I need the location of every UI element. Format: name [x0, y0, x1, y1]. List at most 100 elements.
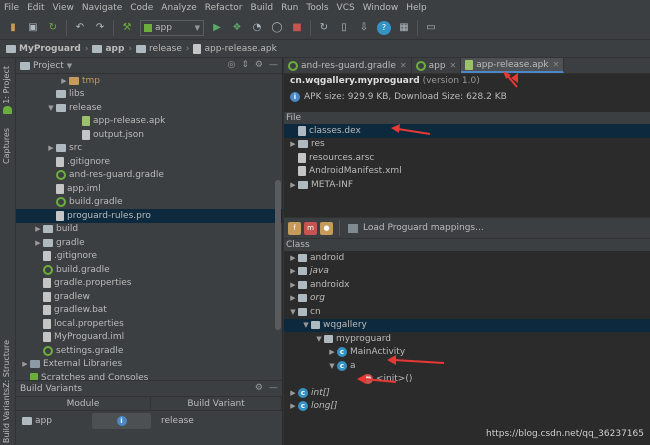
hide-icon[interactable]: — [269, 383, 278, 393]
expand-arrow-icon[interactable]: ▶ [288, 254, 298, 262]
tab-and-res-guard-gradle[interactable]: and-res-guard.gradle ✕ [284, 58, 412, 73]
class-column-header[interactable]: Class [284, 239, 650, 251]
tree-item[interactable]: ▼ release [16, 101, 282, 115]
expand-arrow-icon[interactable]: ▶ [59, 77, 69, 85]
menu-analyze[interactable]: Analyze [157, 3, 200, 13]
tree-item[interactable]: libs [16, 88, 282, 102]
tree-item[interactable]: MyProguard.iml [16, 331, 282, 345]
expand-arrow-icon[interactable]: ▶ [288, 402, 298, 410]
gear-icon[interactable]: ⚙ [255, 383, 263, 393]
collapse-arrow-icon[interactable]: ▼ [46, 104, 56, 112]
attach-debugger-icon[interactable]: ◯ [270, 21, 284, 35]
menu-file[interactable]: File [0, 3, 23, 13]
file-column-header[interactable]: File [284, 112, 650, 124]
tree-item[interactable]: ▶ src [16, 142, 282, 156]
menu-build[interactable]: Build [247, 3, 278, 13]
collapse-arrow-icon[interactable]: ▼ [288, 308, 298, 316]
tree-item[interactable]: proguard-rules.pro [16, 209, 282, 223]
variant-cell[interactable]: release [151, 416, 194, 426]
tree-item[interactable]: app-release.apk [16, 115, 282, 129]
expand-arrow-icon[interactable]: ▶ [46, 144, 56, 152]
class-tree-item[interactable]: ▶ c long[] [284, 400, 650, 414]
project-view-select[interactable]: Project [33, 61, 64, 71]
save-icon[interactable]: ▣ [26, 21, 40, 35]
list-item[interactable]: resources.arsc [284, 151, 650, 165]
expand-arrow-icon[interactable]: ▶ [20, 360, 30, 368]
class-tree-item[interactable]: m<init>() [284, 373, 650, 387]
redo-icon[interactable]: ↷ [93, 21, 107, 35]
close-icon[interactable]: ✕ [450, 61, 457, 70]
menu-code[interactable]: Code [126, 3, 157, 13]
tree-item[interactable]: gradlew [16, 290, 282, 304]
menu-run[interactable]: Run [277, 3, 302, 13]
load-proguard-mappings-button[interactable]: Load Proguard mappings... [363, 223, 484, 233]
class-tree-item[interactable]: ▼ myproguard [284, 332, 650, 346]
profile-icon[interactable]: ◔ [250, 21, 264, 35]
breadcrumb-release[interactable]: release [136, 44, 182, 54]
menu-edit[interactable]: Edit [23, 3, 48, 13]
class-tree-item[interactable]: ▶ androidx [284, 278, 650, 292]
debug-icon[interactable]: ❖ [230, 21, 244, 35]
device-manager-icon[interactable]: ▯ [337, 21, 351, 35]
collapse-all-icon[interactable]: ⇕ [241, 60, 249, 70]
folder-open-icon[interactable]: ▮ [6, 21, 20, 35]
expand-arrow-icon[interactable]: ▶ [288, 267, 298, 275]
search-everywhere-icon[interactable]: ▭ [424, 21, 438, 35]
expand-arrow-icon[interactable]: ▶ [288, 294, 298, 302]
class-tree-item[interactable]: ▶ c int[] [284, 386, 650, 400]
tree-item[interactable]: ▶ build [16, 223, 282, 237]
tree-item[interactable]: .gitignore [16, 250, 282, 264]
class-tree-item[interactable]: ▼ cn [284, 305, 650, 319]
globe-icon[interactable]: ◎ [228, 60, 236, 70]
tree-item[interactable]: settings.gradle [16, 344, 282, 358]
tree-item[interactable]: app.iml [16, 182, 282, 196]
show-fields-icon[interactable]: f [288, 221, 301, 235]
module-info-button[interactable]: i [92, 413, 151, 429]
help-circle-icon[interactable]: ? [377, 20, 391, 35]
tree-item[interactable]: build.gradle [16, 196, 282, 210]
expand-arrow-icon[interactable]: ▶ [288, 181, 298, 189]
close-icon[interactable]: ✕ [553, 60, 560, 69]
chevron-down-icon[interactable]: ▼ [67, 62, 72, 70]
show-methods-icon[interactable]: m [304, 221, 317, 235]
breadcrumb-project[interactable]: MyProguard [6, 44, 81, 54]
hide-icon[interactable]: — [269, 60, 278, 70]
make-project-icon[interactable]: ⚒ [120, 21, 134, 35]
tree-item[interactable]: build.gradle [16, 263, 282, 277]
tree-item[interactable]: ▶ tmp [16, 74, 282, 88]
tool-tab-build-variants[interactable]: Build Variants [2, 388, 11, 443]
stop-icon[interactable]: ■ [290, 21, 304, 35]
tree-item[interactable]: and-res-guard.gradle [16, 169, 282, 183]
collapse-arrow-icon[interactable]: ▼ [314, 335, 324, 343]
tree-item[interactable]: local.properties [16, 317, 282, 331]
breadcrumb-apk[interactable]: app-release.apk [193, 43, 277, 54]
sdk-manager-icon[interactable]: ⇩ [357, 21, 371, 35]
project-scrollbar[interactable] [275, 180, 281, 330]
show-references-icon[interactable]: ● [320, 221, 333, 235]
tree-item[interactable]: output.json [16, 128, 282, 142]
collapse-arrow-icon[interactable]: ▼ [327, 362, 337, 370]
list-item[interactable]: ▶ META-INF [284, 178, 650, 192]
expand-arrow-icon[interactable]: ▶ [288, 389, 298, 397]
menu-view[interactable]: View [49, 3, 78, 13]
menu-navigate[interactable]: Navigate [78, 3, 126, 13]
gear-icon[interactable]: ⚙ [255, 60, 263, 70]
class-tree-item[interactable]: ▶ c MainActivity [284, 346, 650, 360]
expand-arrow-icon[interactable]: ▶ [327, 348, 337, 356]
expand-arrow-icon[interactable]: ▶ [288, 281, 298, 289]
tool-tab-captures[interactable]: Captures [2, 128, 11, 164]
menu-help[interactable]: Help [402, 3, 431, 13]
tree-item[interactable]: gradle.properties [16, 277, 282, 291]
class-tree-item[interactable]: ▶ android [284, 251, 650, 265]
expand-arrow-icon[interactable]: ▶ [33, 239, 43, 247]
tool-tab-project[interactable]: 1: Project [2, 66, 11, 104]
tree-item[interactable]: ▶ External Libraries [16, 358, 282, 372]
class-tree-item[interactable]: ▼ wqgallery [284, 318, 650, 332]
tree-item[interactable]: gradlew.bat [16, 304, 282, 318]
menu-vcs[interactable]: VCS [333, 3, 359, 13]
tree-item[interactable]: ▶ gradle [16, 236, 282, 250]
run-icon[interactable]: ▶ [210, 21, 224, 35]
expand-arrow-icon[interactable]: ▶ [288, 140, 298, 148]
tool-tab-structure[interactable]: Z: Structure [2, 340, 11, 388]
tree-item[interactable]: .gitignore [16, 155, 282, 169]
